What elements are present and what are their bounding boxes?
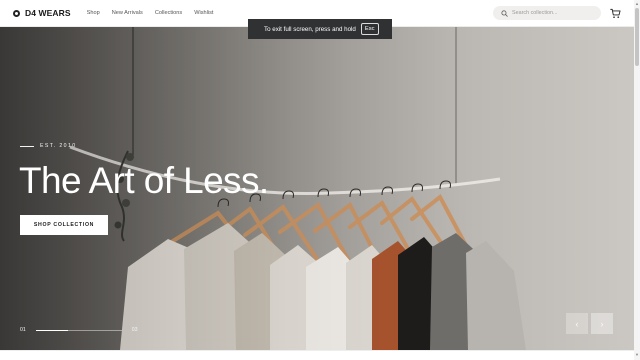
- nav-link-new-arrivals[interactable]: New Arrivals: [112, 10, 143, 16]
- progress-fill: [35, 329, 68, 331]
- toast-message: To exit full screen, press and hold: [264, 25, 356, 33]
- chevron-right-icon: ›: [600, 318, 604, 329]
- page-scrollbar[interactable]: ▲ ▼: [634, 0, 640, 360]
- chevron-left-icon: ‹: [575, 318, 579, 329]
- shop-collection-button[interactable]: SHOP COLLECTION: [20, 215, 108, 235]
- search-input[interactable]: [512, 10, 598, 16]
- next-slide-button[interactable]: ›: [591, 313, 613, 334]
- nav-link-wishlist[interactable]: Wishlist: [194, 10, 213, 16]
- prev-slide-button[interactable]: ‹: [566, 313, 588, 334]
- brand-logo[interactable]: D4 WEARS: [13, 8, 71, 18]
- nav-link-collections[interactable]: Collections: [155, 10, 182, 16]
- toast-key-esc: Esc: [360, 23, 379, 35]
- scrollbar-thumb[interactable]: [635, 8, 639, 66]
- current-slide-number: 01: [20, 327, 26, 333]
- search-box[interactable]: [493, 6, 601, 20]
- fullscreen-toast: To exit full screen, press and hold Esc: [248, 19, 392, 39]
- nav-link-shop[interactable]: Shop: [87, 10, 100, 16]
- hero-headline: The Art of Less.: [19, 160, 269, 201]
- progress-track: [35, 329, 122, 331]
- search-icon: [501, 9, 508, 17]
- eyebrow-text: EST. 2010: [40, 143, 77, 149]
- main-nav: Shop New Arrivals Collections Wishlist: [87, 10, 226, 16]
- scroll-up-arrow-icon[interactable]: ▲: [634, 1, 640, 7]
- scroll-down-arrow-icon[interactable]: ▼: [634, 352, 640, 358]
- logo-mark-icon: [13, 9, 20, 17]
- hero-eyebrow: EST. 2010: [20, 143, 77, 149]
- cart-icon[interactable]: [610, 8, 621, 19]
- slide-progress: 01 03: [20, 327, 138, 333]
- eyebrow-line: [20, 145, 34, 147]
- total-slides-number: 03: [131, 327, 138, 333]
- brand-name: D4 WEARS: [25, 8, 71, 18]
- hero-banner: EST. 2010 The Art of Less. SHOP COLLECTI…: [0, 27, 634, 350]
- page-bottom-strip: [0, 350, 634, 360]
